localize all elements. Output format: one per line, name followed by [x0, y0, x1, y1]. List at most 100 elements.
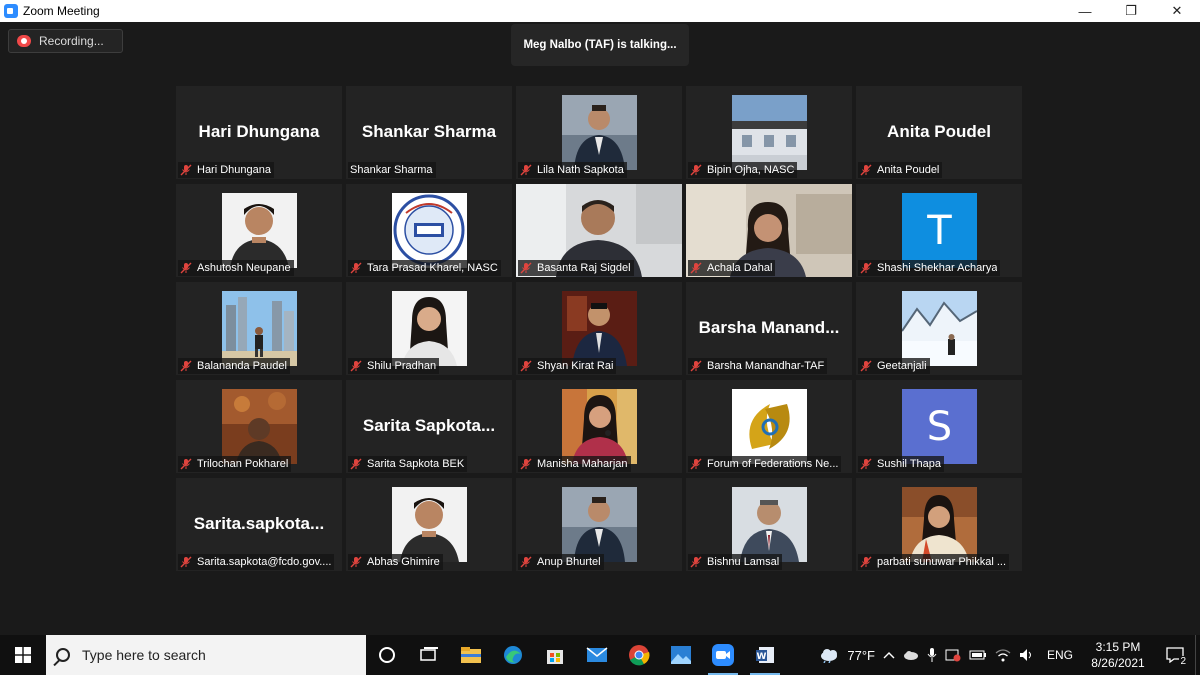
participant-tile[interactable]: Anita Poudel Anita Poudel	[856, 86, 1022, 179]
meeting-area: Recording... Meg Nalbo (TAF) is talking.…	[0, 22, 1200, 635]
muted-mic-icon	[180, 360, 192, 372]
participant-name: Bishnu Lamsal	[707, 556, 780, 568]
muted-mic-icon	[350, 556, 362, 568]
participant-tile[interactable]: Shilu Pradhan	[346, 282, 512, 375]
mail-button[interactable]	[576, 635, 618, 675]
participant-name: Anup Bhurtel	[537, 556, 601, 568]
start-button[interactable]	[0, 635, 46, 675]
participant-tile[interactable]: Shankar Sharma Shankar Sharma	[346, 86, 512, 179]
participant-tile[interactable]: Balananda Paudel	[176, 282, 342, 375]
participant-tile[interactable]: Anup Bhurtel	[516, 478, 682, 571]
participant-name-label: Tara Prasad Kharel, NASC	[348, 260, 501, 276]
participant-tile[interactable]: Trilochan Pokharel	[176, 380, 342, 473]
chevron-up-icon	[883, 652, 895, 659]
muted-mic-icon	[690, 164, 702, 176]
muted-mic-icon	[860, 556, 872, 568]
participant-name: Geetanjali	[877, 360, 927, 372]
participant-tile[interactable]: S Sushil Thapa	[856, 380, 1022, 473]
participant-tile[interactable]: Abhas Ghimire	[346, 478, 512, 571]
close-button[interactable]: ✕	[1154, 0, 1200, 22]
participant-tile[interactable]: T Shashi Shekhar Acharya	[856, 184, 1022, 277]
window-title: Zoom Meeting	[23, 4, 100, 18]
muted-mic-icon	[520, 458, 532, 470]
active-speaker-text: Meg Nalbo (TAF) is talking...	[523, 39, 677, 51]
tray-security[interactable]	[941, 635, 965, 675]
photos-button[interactable]	[660, 635, 702, 675]
action-center-button[interactable]: 2	[1155, 635, 1195, 675]
participant-tile[interactable]: Forum of Federations Ne...	[686, 380, 852, 473]
store-button[interactable]	[534, 635, 576, 675]
participant-tile[interactable]: Manisha Maharjan	[516, 380, 682, 473]
edge-button[interactable]	[492, 635, 534, 675]
participant-name-label: Shilu Pradhan	[348, 358, 440, 374]
clock-date: 8/26/2021	[1091, 656, 1145, 670]
weather-temperature: 77°F	[847, 647, 875, 663]
store-icon	[547, 650, 563, 664]
participant-tile[interactable]: Sarita.sapkota... Sarita.sapkota@fcdo.gov…	[176, 478, 342, 571]
recording-label: Recording...	[39, 34, 104, 48]
taskbar-clock[interactable]: 3:15 PM 8/26/2021	[1081, 635, 1155, 675]
participant-name-label: Sushil Thapa	[858, 456, 945, 472]
participant-tile[interactable]: Basanta Raj Sigdel	[516, 184, 682, 277]
cortana-button[interactable]	[366, 635, 408, 675]
participant-tile[interactable]: Shyan Kirat Rai	[516, 282, 682, 375]
participant-tile[interactable]: Lila Nath Sapkota	[516, 86, 682, 179]
restore-button[interactable]: ❐	[1108, 0, 1154, 22]
participant-name-label: Anup Bhurtel	[518, 554, 604, 570]
minimize-button[interactable]: —	[1062, 0, 1108, 22]
participant-tile[interactable]: Barsha Manand... Barsha Manandhar-TAF	[686, 282, 852, 375]
participant-name-label: Shashi Shekhar Acharya	[858, 260, 1001, 276]
muted-mic-icon	[180, 262, 192, 274]
participant-tile[interactable]: Tara Prasad Kharel, NASC	[346, 184, 512, 277]
muted-mic-icon	[520, 262, 532, 274]
microphone-icon	[927, 648, 937, 662]
mail-icon	[586, 647, 608, 662]
participant-name-label: Bishnu Lamsal	[688, 554, 783, 570]
zoom-app-icon	[4, 4, 18, 18]
weather-widget[interactable]: 77°F	[815, 635, 879, 675]
participant-name: Balananda Paudel	[197, 360, 287, 372]
tray-battery[interactable]	[965, 635, 991, 675]
participant-name-label: Barsha Manandhar-TAF	[688, 358, 828, 374]
participant-tile[interactable]: Bishnu Lamsal	[686, 478, 852, 571]
recording-indicator[interactable]: Recording...	[8, 29, 123, 53]
participant-display-name: Shankar Sharma	[361, 122, 497, 141]
participant-tile[interactable]: Geetanjali	[856, 282, 1022, 375]
participant-name-label: Sarita.sapkota@fcdo.gov....	[178, 554, 335, 570]
tray-volume[interactable]	[1015, 635, 1039, 675]
participant-tile[interactable]: Sarita Sapkota... Sarita Sapkota BEK	[346, 380, 512, 473]
participant-name-label: Ashutosh Neupane	[178, 260, 294, 276]
participant-tile[interactable]: Achala Dahal	[686, 184, 852, 277]
participant-tile[interactable]: parbati sunuwar Phikkal ...	[856, 478, 1022, 571]
participant-avatar-letter: T	[902, 193, 977, 268]
participant-photo	[562, 487, 637, 562]
muted-mic-icon	[860, 360, 872, 372]
cortana-icon	[379, 647, 395, 663]
task-view-button[interactable]	[408, 635, 450, 675]
participant-name-label: Anita Poudel	[858, 162, 943, 178]
tray-onedrive[interactable]	[899, 635, 923, 675]
windows-taskbar: Type here to search W 77°F ENG 3:15 PM 8…	[0, 635, 1200, 675]
participant-name: Ashutosh Neupane	[197, 262, 291, 274]
participant-tile[interactable]: Ashutosh Neupane	[176, 184, 342, 277]
word-button[interactable]: W	[744, 635, 786, 675]
onedrive-icon	[903, 651, 918, 660]
muted-mic-icon	[860, 262, 872, 274]
tray-microphone[interactable]	[923, 635, 941, 675]
participant-name-label: Forum of Federations Ne...	[688, 456, 842, 472]
show-desktop-button[interactable]	[1195, 635, 1200, 675]
tray-network[interactable]	[991, 635, 1015, 675]
taskbar-search-box[interactable]: Type here to search	[46, 635, 366, 675]
participant-photo	[732, 389, 807, 464]
participant-name: Basanta Raj Sigdel	[537, 262, 631, 274]
chrome-button[interactable]	[618, 635, 660, 675]
participant-tile[interactable]: Bipin Ojha, NASC	[686, 86, 852, 179]
show-hidden-icons-button[interactable]	[879, 635, 899, 675]
language-indicator[interactable]: ENG	[1039, 635, 1081, 675]
muted-mic-icon	[350, 262, 362, 274]
zoom-taskbar-button[interactable]	[702, 635, 744, 675]
folder-icon	[461, 647, 481, 663]
participant-tile[interactable]: Hari Dhungana Hari Dhungana	[176, 86, 342, 179]
file-explorer-button[interactable]	[450, 635, 492, 675]
muted-mic-icon	[520, 556, 532, 568]
